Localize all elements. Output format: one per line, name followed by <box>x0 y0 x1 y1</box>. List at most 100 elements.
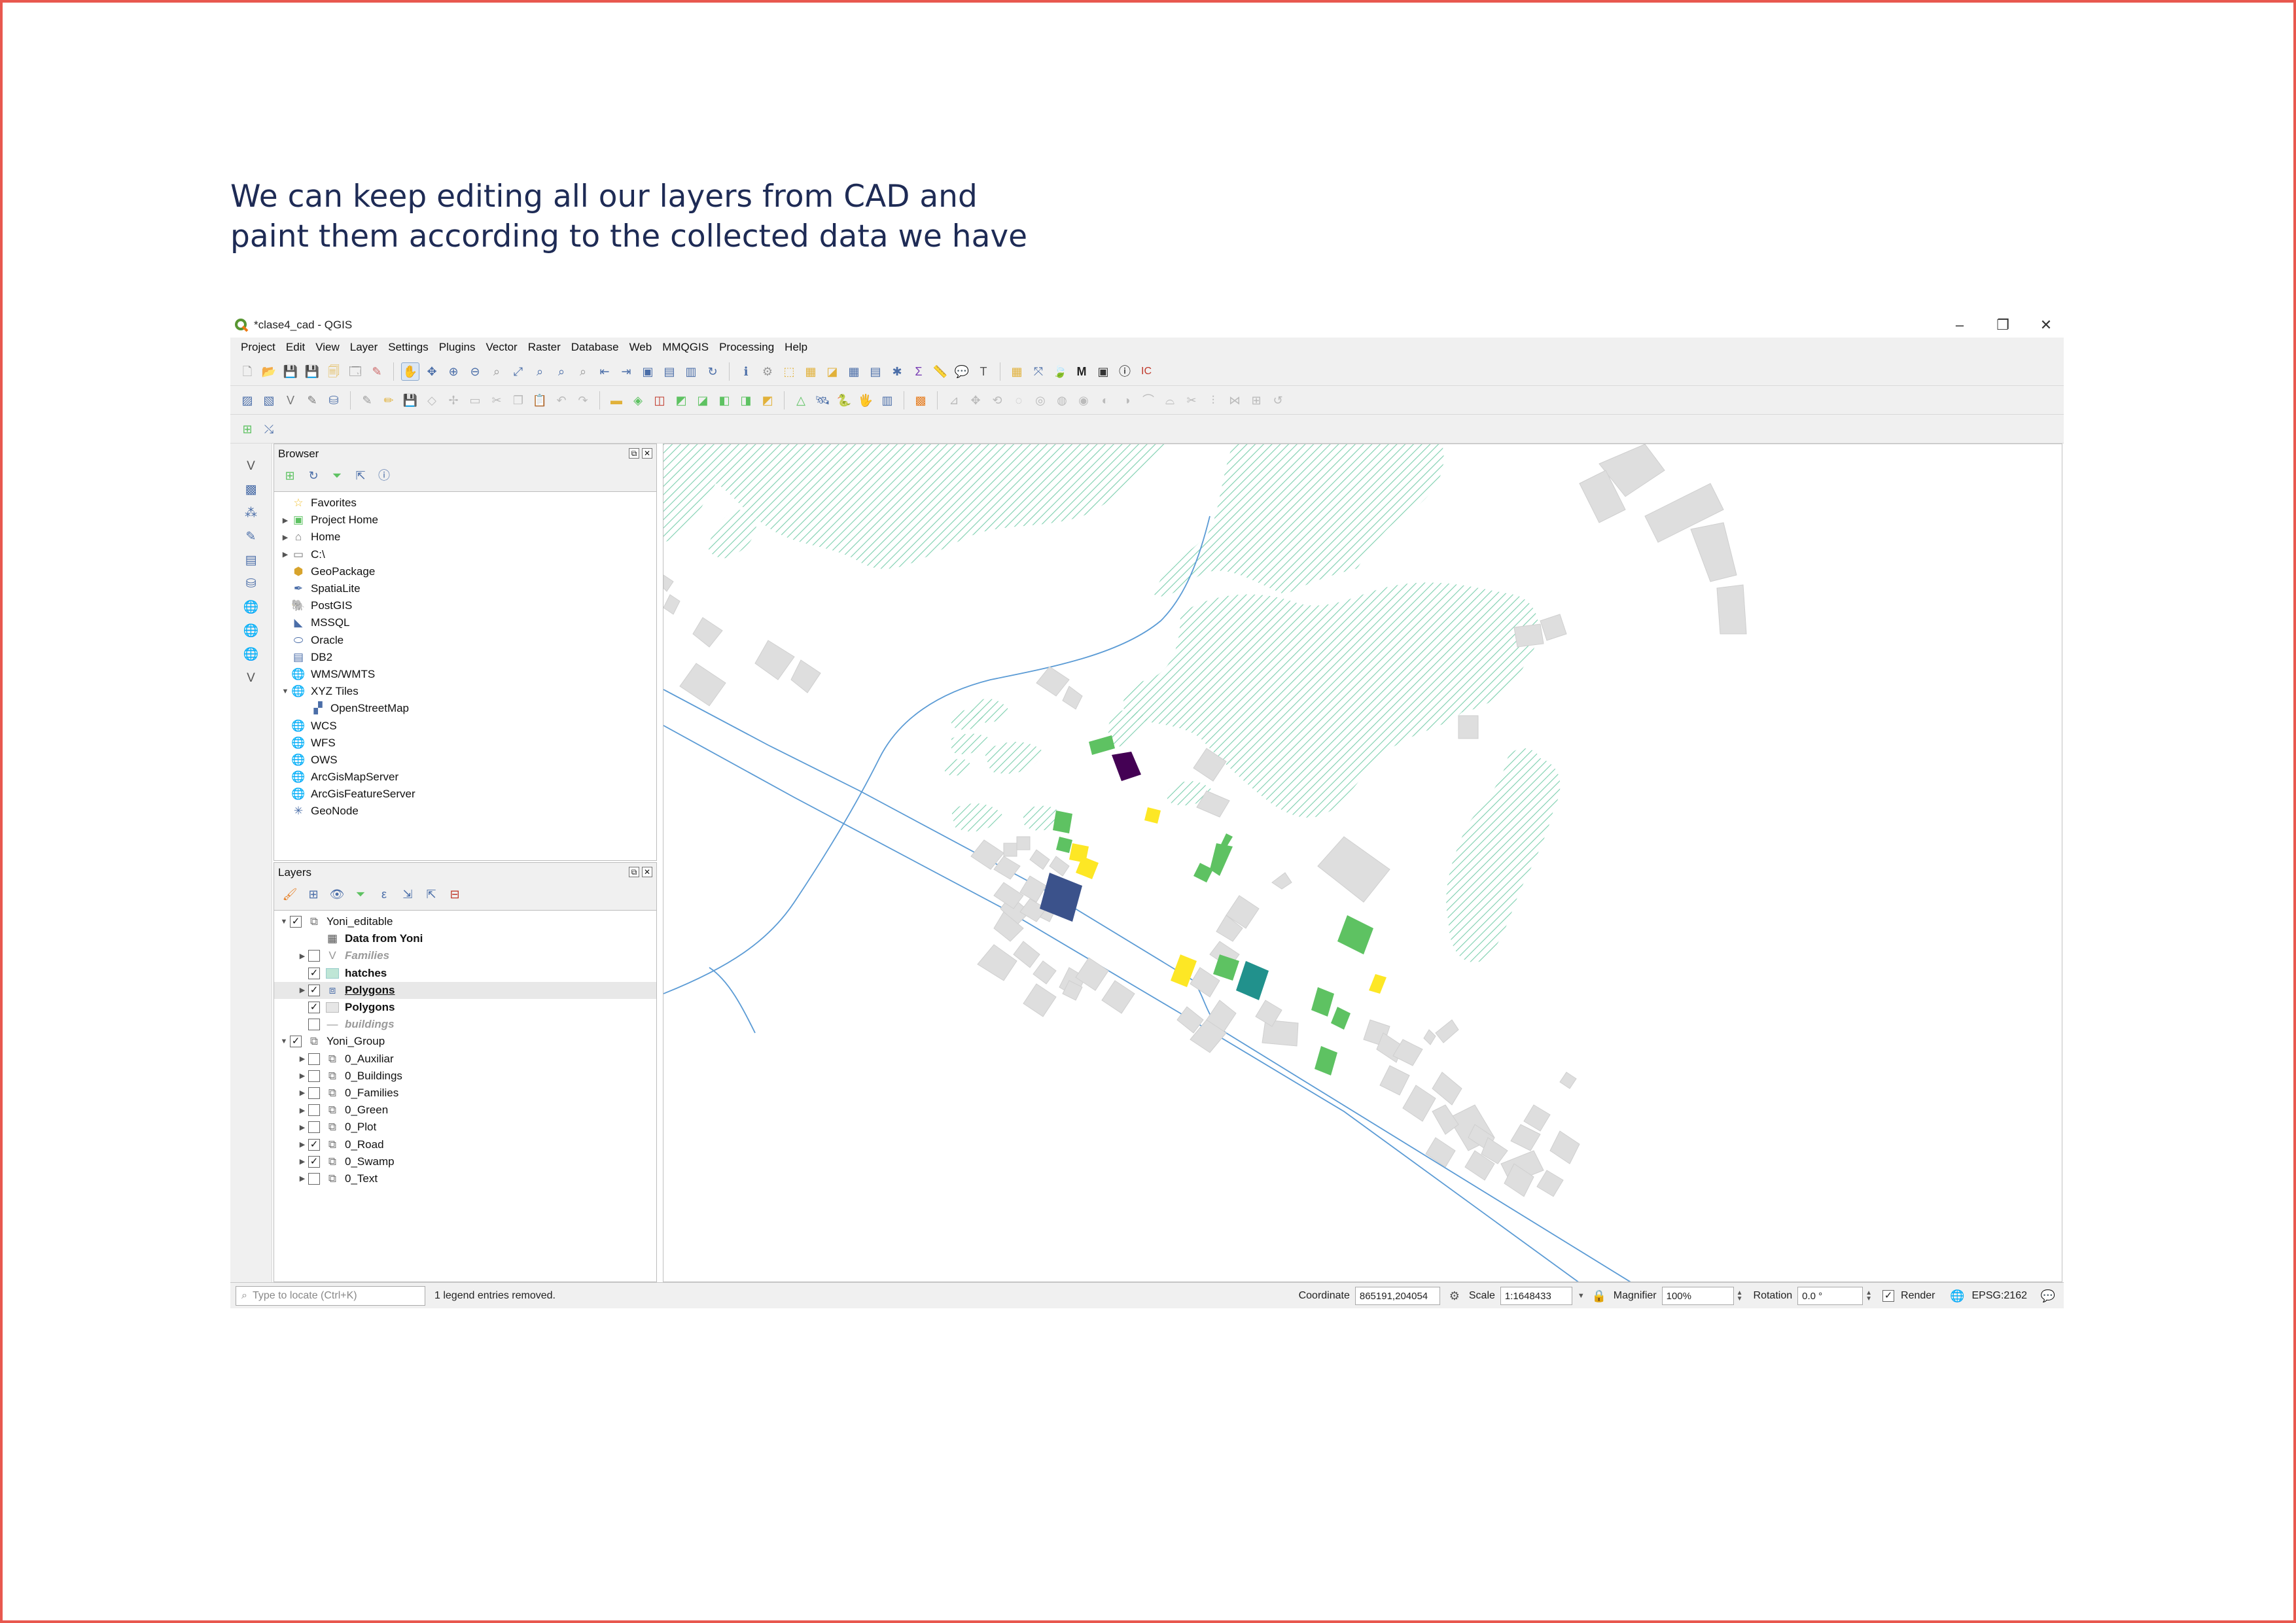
layer-0-swamp[interactable]: ▶ ✓ ⧉ 0_Swamp <box>274 1153 656 1170</box>
zoom-full-icon[interactable]: ⤢ <box>509 362 527 381</box>
zoom-rubberband-icon[interactable]: ⌕ <box>487 362 506 381</box>
split-parts-icon[interactable]: ⫶ <box>1204 391 1222 410</box>
toolbox-gear-icon[interactable]: ✱ <box>888 362 906 381</box>
layer-labeling-icon[interactable]: ◈ <box>629 391 647 410</box>
layer-0-road[interactable]: ▶ ✓ ⧉ 0_Road <box>274 1136 656 1153</box>
layer-0-text[interactable]: ▶ ⧉ 0_Text <box>274 1170 656 1187</box>
rotate-label-icon[interactable]: ◧ <box>715 391 733 410</box>
layer-polygons-categorized[interactable]: ▶ ✓ ⧈ Polygons <box>274 981 656 999</box>
cut-features-icon[interactable]: ✂ <box>487 391 506 410</box>
new-3d-view-icon[interactable]: ▤ <box>660 362 679 381</box>
processing-plugin-icon[interactable]: ⊞ <box>238 420 256 438</box>
split-features-icon[interactable]: ✂ <box>1182 391 1201 410</box>
menu-plugins[interactable]: Plugins <box>439 341 476 354</box>
coordinate-field[interactable]: 865191,204054 <box>1354 1287 1440 1305</box>
collapse-arrow-icon[interactable]: ▼ <box>278 1038 290 1045</box>
layer-checkbox[interactable] <box>308 1104 320 1117</box>
simplify-feature-icon[interactable]: ◌ <box>1010 391 1028 410</box>
mmqgis-m-icon[interactable]: M <box>1072 362 1091 381</box>
add-wms-layer-icon[interactable]: 🌐 <box>242 598 260 616</box>
layer-checkbox[interactable]: ✓ <box>308 1155 320 1168</box>
add-virtual-layer-icon[interactable]: V <box>242 669 260 687</box>
magnifier-spinner-icon[interactable]: ▲ ▼ <box>1737 1290 1743 1302</box>
dxf-export-icon[interactable]: ⤯ <box>260 420 278 438</box>
layer-polygons[interactable]: ✓ Polygons <box>274 999 656 1016</box>
add-feature-icon[interactable]: ◇ <box>423 391 441 410</box>
new-project-icon[interactable]: 🗋 <box>238 362 256 381</box>
scale-dropdown-icon[interactable]: ▼ <box>1578 1292 1585 1300</box>
properties-info-icon[interactable]: ⓘ <box>375 466 393 485</box>
coordinate-toggle-icon[interactable]: ⚙ <box>1445 1287 1464 1305</box>
layer-checkbox[interactable]: ✓ <box>290 1036 302 1048</box>
select-features-icon[interactable]: ⬚ <box>780 362 798 381</box>
browser-item-oracle[interactable]: ⬭ Oracle <box>274 632 656 649</box>
add-ring-icon[interactable]: ◎ <box>1031 391 1050 410</box>
change-label-icon[interactable]: ◨ <box>737 391 755 410</box>
layer-checkbox[interactable]: ✓ <box>308 984 320 996</box>
browser-item-home[interactable]: ▶ ⌂ Home <box>274 529 656 546</box>
browser-item-geonode[interactable]: ✳ GeoNode <box>274 803 656 820</box>
add-wms-icon[interactable]: ✎ <box>303 391 321 410</box>
restore-button[interactable]: ❐ <box>1994 317 2011 334</box>
expand-arrow-icon[interactable]: ▶ <box>296 1174 308 1183</box>
refresh-icon[interactable]: ↻ <box>304 466 323 485</box>
add-raster-layer-icon[interactable]: ▩ <box>242 480 260 498</box>
messages-icon[interactable]: 💬 <box>2039 1287 2057 1305</box>
layer-0-buildings[interactable]: ▶ ⧉ 0_Buildings <box>274 1068 656 1085</box>
browser-item-ows[interactable]: 🌐 OWS <box>274 752 656 769</box>
menu-mmqgis[interactable]: MMQGIS <box>662 341 709 354</box>
vertex-tool-icon[interactable]: ✢ <box>444 391 463 410</box>
copy-features-icon[interactable]: ❐ <box>509 391 527 410</box>
add-selected-layers-icon[interactable]: ⊞ <box>281 466 299 485</box>
save-project-icon[interactable]: 💾 <box>281 362 300 381</box>
layer-checkbox[interactable]: ✓ <box>308 1138 320 1151</box>
layer-checkbox[interactable]: ✓ <box>290 916 302 928</box>
metasearch-icon[interactable]: ▥ <box>878 391 896 410</box>
expand-arrow-icon[interactable]: ▶ <box>296 952 308 960</box>
identify-icon[interactable]: ℹ <box>737 362 755 381</box>
browser-item-db2[interactable]: ▤ DB2 <box>274 649 656 666</box>
add-vector-icon[interactable]: ▧ <box>260 391 278 410</box>
add-mesh-layer-icon[interactable]: ⁂ <box>242 504 260 522</box>
expand-arrow-icon[interactable]: ▶ <box>279 516 291 525</box>
redo-icon[interactable]: ↷ <box>574 391 592 410</box>
pan-to-selection-icon[interactable]: ✥ <box>423 362 441 381</box>
field-calculator-icon[interactable]: ▤ <box>866 362 885 381</box>
triangle-tool-icon[interactable]: △ <box>792 391 810 410</box>
layer-checkbox[interactable] <box>308 1053 320 1065</box>
filter-expression-icon[interactable]: ε <box>375 885 393 903</box>
crs-label[interactable]: EPSG:2162 <box>1972 1290 2028 1302</box>
minimize-button[interactable]: – <box>1951 317 1968 334</box>
toggle-editing-icon[interactable]: ✏ <box>380 391 398 410</box>
print-layout-icon[interactable]: 🗐 <box>325 362 343 381</box>
layer-styling-icon[interactable]: 🖌 <box>281 885 299 903</box>
menu-layer[interactable]: Layer <box>350 341 378 354</box>
collapse-all-icon[interactable]: ⇱ <box>351 466 370 485</box>
expand-arrow-icon[interactable]: ▶ <box>296 1157 308 1166</box>
layer-checkbox[interactable] <box>308 1070 320 1082</box>
layer-hatches[interactable]: ✓ hatches <box>274 965 656 982</box>
merge-attributes-icon[interactable]: ⊞ <box>1247 391 1265 410</box>
collapse-arrow-icon[interactable]: ▼ <box>278 918 290 926</box>
menu-edit[interactable]: Edit <box>286 341 305 354</box>
rotation-spinner-icon[interactable]: ▲ ▼ <box>1865 1290 1872 1302</box>
layer-group-yoni-group[interactable]: ▼ ✓ ⧉ Yoni_Group <box>274 1033 656 1050</box>
collapse-arrow-icon[interactable]: ▼ <box>279 688 291 695</box>
delete-part-icon[interactable]: ◑ <box>1118 391 1136 410</box>
map-canvas[interactable] <box>663 444 2062 1282</box>
temporal-icon[interactable]: 🖐 <box>857 391 875 410</box>
delete-selected-icon[interactable]: ▭ <box>466 391 484 410</box>
zoom-native-icon[interactable]: ⌕ <box>574 362 592 381</box>
filter-legend-icon[interactable]: ⏷ <box>351 885 370 903</box>
zoom-in-icon[interactable]: ⊕ <box>444 362 463 381</box>
advanced-digitize-icon[interactable]: ⊿ <box>945 391 963 410</box>
browser-item-spatialite[interactable]: ✒ SpatiaLite <box>274 580 656 597</box>
statistics-sigma-icon[interactable]: Σ <box>910 362 928 381</box>
new-map-view-icon[interactable]: ▣ <box>639 362 657 381</box>
info-circle-icon[interactable]: ⓘ <box>1116 362 1134 381</box>
layer-checkbox[interactable] <box>308 1087 320 1099</box>
menu-raster[interactable]: Raster <box>528 341 561 354</box>
label-tool-icon[interactable]: ▬ <box>607 391 626 410</box>
menu-web[interactable]: Web <box>629 341 652 354</box>
layer-checkbox[interactable] <box>308 1172 320 1185</box>
